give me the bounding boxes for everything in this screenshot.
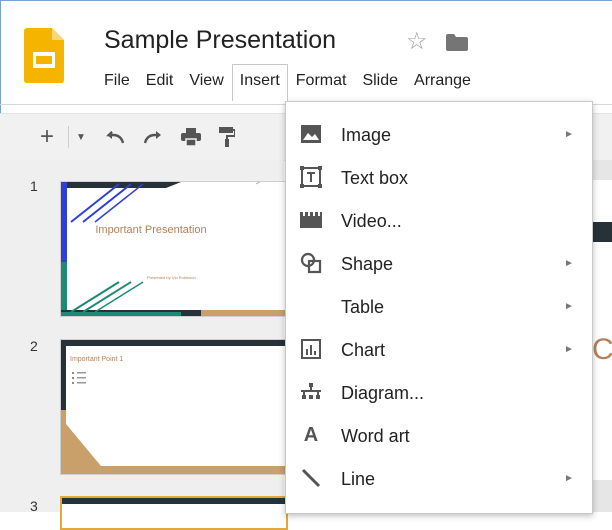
slide-number: 2	[30, 338, 38, 354]
menu-insert[interactable]: Insert	[231, 64, 288, 101]
image-icon	[300, 123, 322, 145]
slide-thumbnail-3[interactable]	[60, 496, 288, 530]
slide-thumbnail-2[interactable]: Important Point 1	[60, 339, 286, 475]
menu-item-word-art[interactable]: A Word art	[286, 414, 592, 457]
slides-logo-icon[interactable]	[24, 28, 64, 83]
line-icon	[300, 467, 322, 489]
shape-icon	[300, 252, 322, 274]
menu-item-label: Text box	[341, 168, 409, 188]
star-outline-icon[interactable]: ☆	[406, 27, 428, 56]
menu-item-text-box[interactable]: Text box	[286, 156, 592, 199]
paint-format-icon[interactable]	[214, 124, 240, 150]
print-icon[interactable]	[178, 124, 204, 150]
menu-item-image[interactable]: Image ►	[286, 113, 592, 156]
slide-title-fragment: C	[592, 333, 612, 366]
submenu-arrow-icon: ►	[564, 301, 574, 312]
slide-number: 1	[30, 178, 38, 194]
new-slide-plus-icon[interactable]: +	[34, 123, 60, 150]
video-icon	[300, 209, 322, 231]
toolbar-separator	[68, 126, 69, 148]
slide-2-title: Important Point 1	[70, 356, 124, 363]
menu-item-label: Video...	[341, 211, 402, 231]
dropdown-icon[interactable]: ▼	[74, 124, 88, 150]
menu-item-chart[interactable]: Chart ►	[286, 328, 592, 371]
presentation-title[interactable]: Sample Presentation	[104, 26, 336, 55]
redo-icon[interactable]	[140, 124, 166, 150]
menu-item-label: Word art	[341, 426, 410, 446]
menu-item-label: Image	[341, 125, 392, 145]
menu-item-label: Line	[341, 469, 376, 489]
submenu-arrow-icon: ►	[564, 344, 574, 355]
menu-edit[interactable]: Edit	[138, 64, 182, 96]
menu-item-line[interactable]: Line ►	[286, 457, 592, 500]
menu-format[interactable]: Format	[288, 64, 355, 96]
menu-item-video[interactable]: Video...	[286, 199, 592, 242]
slide-thumbnail-1[interactable]: Important Presentation Presented by Ulo …	[60, 181, 286, 317]
folder-icon[interactable]	[446, 34, 468, 51]
slide-1-subtitle: Presented by Ulo Robinson	[147, 275, 196, 280]
submenu-arrow-icon: ►	[564, 129, 574, 140]
menu-file[interactable]: File	[96, 64, 138, 96]
slide-1-decoration	[61, 182, 285, 316]
slide-filmstrip: 1 Important Presentation Presented by Ul…	[0, 160, 288, 530]
menu-item-label: Shape	[341, 254, 394, 274]
submenu-arrow-icon: ►	[564, 258, 574, 269]
slide-header-bar	[590, 222, 612, 242]
menu-item-label: Diagram...	[341, 383, 425, 403]
menu-item-shape[interactable]: Shape ►	[286, 242, 592, 285]
menu-item-label: Chart	[341, 340, 386, 360]
insert-menu-dropdown: Image ► Text box Video... Shape ► Table …	[285, 101, 593, 514]
text-box-icon	[300, 166, 322, 188]
menu-item-table[interactable]: Table ►	[286, 285, 592, 328]
chart-icon	[300, 338, 322, 360]
menu-item-diagram[interactable]: Diagram...	[286, 371, 592, 414]
slide-3-decoration	[62, 498, 286, 504]
menu-bar: File Edit View Insert Format Slide Arran…	[96, 64, 479, 101]
slide-1-title: Important Presentation	[95, 224, 207, 236]
menu-item-label: Table	[341, 297, 385, 317]
menu-slide[interactable]: Slide	[354, 64, 406, 96]
word-art-icon: A	[303, 423, 319, 446]
menu-arrange[interactable]: Arrange	[406, 64, 479, 96]
undo-icon[interactable]	[102, 124, 128, 150]
diagram-icon	[300, 381, 322, 403]
menu-view[interactable]: View	[181, 64, 231, 96]
submenu-arrow-icon: ►	[564, 473, 574, 484]
